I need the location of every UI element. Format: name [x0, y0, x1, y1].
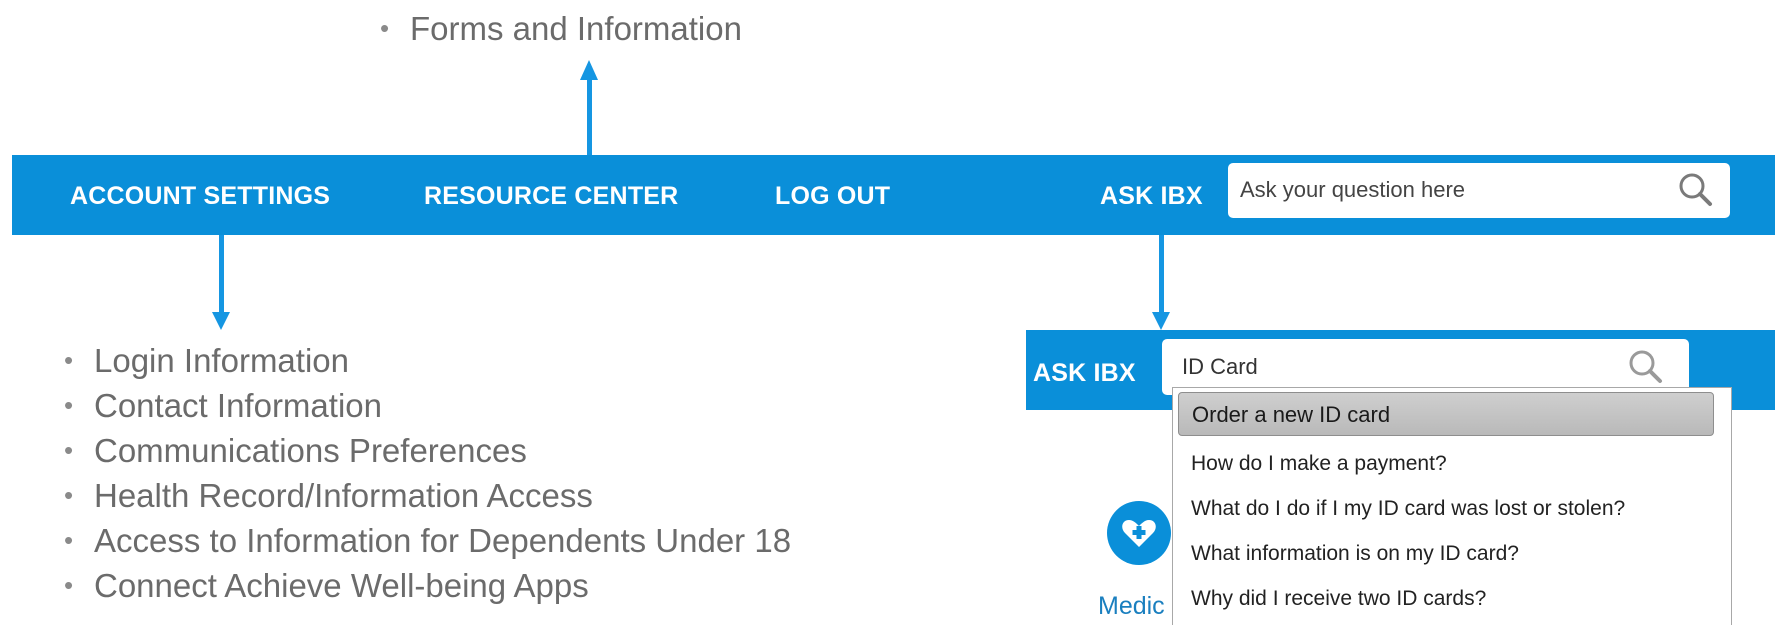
medical-label[interactable]: Medic	[1098, 591, 1165, 621]
arrow-up-head	[580, 60, 598, 80]
bullet-forms-information: Forms and Information	[376, 6, 742, 51]
heart-plus-icon	[1122, 520, 1156, 547]
arrow-down-left-head	[212, 312, 230, 330]
bullet-login-information: Login Information	[60, 338, 791, 383]
medical-icon-circle[interactable]	[1107, 501, 1171, 565]
bullet-communications-preferences: Communications Preferences	[60, 428, 791, 473]
ask-search-box	[1228, 163, 1730, 218]
suggestions-dropdown: Order a new ID card How do I make a paym…	[1172, 387, 1732, 625]
account-settings-bullets: Login Information Contact Information Co…	[60, 338, 791, 608]
magnifier-icon[interactable]	[1678, 172, 1714, 208]
suggestion-item[interactable]: What do I do if I my ID card was lost or…	[1191, 495, 1625, 523]
ask-search-input[interactable]	[1240, 175, 1650, 205]
suggestion-item[interactable]: Why did I receive two ID cards?	[1191, 585, 1486, 613]
nav-resource-center[interactable]: RESOURCE CENTER	[424, 181, 678, 211]
resource-center-bullets: Forms and Information	[376, 6, 742, 51]
arrow-down-right-head	[1152, 312, 1170, 330]
bullet-contact-information: Contact Information	[60, 383, 791, 428]
arrow-up-line	[587, 78, 592, 156]
bullet-dependents-access: Access to Information for Dependents Und…	[60, 518, 791, 563]
nav-account-settings[interactable]: ACCOUNT SETTINGS	[70, 181, 330, 211]
suggestion-item[interactable]: How do I make a payment?	[1191, 450, 1447, 478]
arrow-down-left-line	[219, 235, 224, 315]
ask-ibx-label: ASK IBX	[1100, 182, 1203, 210]
nav-log-out[interactable]: LOG OUT	[775, 181, 890, 211]
bullet-health-record-access: Health Record/Information Access	[60, 473, 791, 518]
suggestion-item[interactable]: What information is on my ID card?	[1191, 540, 1519, 568]
bullet-connect-apps: Connect Achieve Well-being Apps	[60, 563, 791, 608]
ask-panel-search-input[interactable]	[1182, 352, 1602, 382]
magnifier-icon[interactable]	[1628, 349, 1664, 385]
suggestion-item-selected[interactable]: Order a new ID card	[1178, 392, 1714, 436]
arrow-down-right-line	[1159, 235, 1164, 315]
ask-panel-label: ASK IBX	[1033, 359, 1136, 387]
